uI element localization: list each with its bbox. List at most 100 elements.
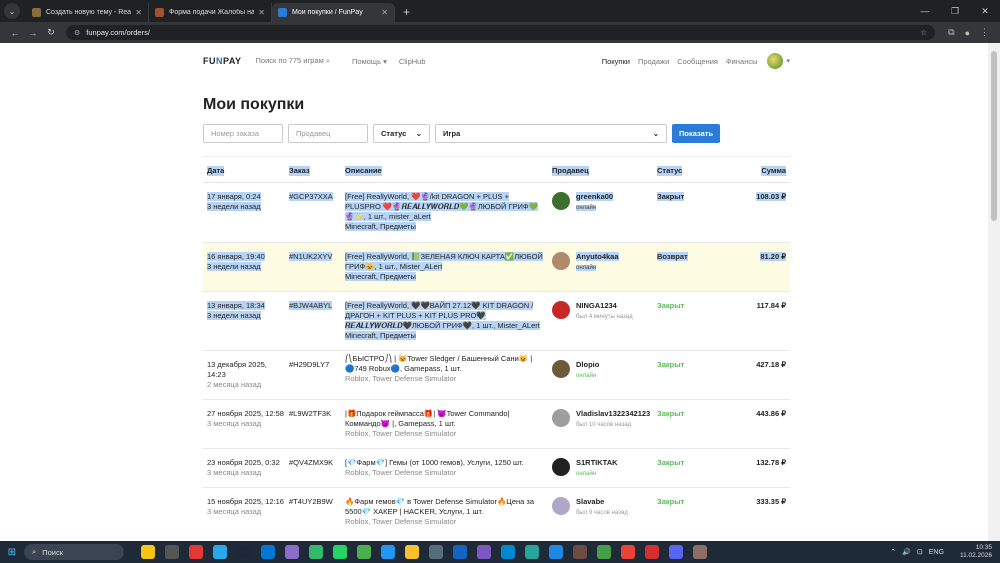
clock[interactable]: 10:35 11.02.2026 bbox=[954, 544, 992, 560]
column-sum[interactable]: Сумма bbox=[761, 166, 786, 176]
new-tab-icon[interactable]: + bbox=[403, 5, 410, 19]
column-seller[interactable]: Продавец bbox=[552, 166, 589, 176]
roblox-icon[interactable] bbox=[549, 545, 563, 559]
chrome-icon[interactable] bbox=[621, 545, 635, 559]
order-id[interactable]: #GCP37XXA bbox=[289, 192, 343, 202]
tab-search-icon[interactable]: ⌄ bbox=[4, 3, 20, 19]
close-icon[interactable]: ✕ bbox=[135, 8, 142, 17]
nav-messages[interactable]: Сообщения bbox=[677, 57, 718, 66]
telegram-icon[interactable] bbox=[213, 545, 227, 559]
nav-sales[interactable]: Продажи bbox=[638, 57, 669, 66]
order-seller[interactable]: Dlopio онлайн bbox=[552, 360, 652, 380]
app-icon[interactable] bbox=[477, 545, 491, 559]
browser-tab-3[interactable]: Мои покупки / FunPay ✕ bbox=[272, 3, 395, 22]
order-seller[interactable]: Slavabe был 9 часов назад bbox=[552, 497, 652, 517]
browser-tab-2[interactable]: Форма подачи Жалобы на Ад ✕ bbox=[149, 3, 272, 22]
help-menu[interactable]: Помощь ▾ bbox=[352, 57, 387, 66]
seller-avatar[interactable] bbox=[552, 301, 570, 319]
close-icon[interactable]: ✕ bbox=[381, 8, 388, 17]
scrollbar-thumb[interactable] bbox=[991, 51, 997, 221]
widgets-icon[interactable] bbox=[141, 545, 155, 559]
forward-icon[interactable]: → bbox=[24, 28, 42, 38]
table-row[interactable]: 23 ноября 2025, 0:32 3 месяца назад #QV4Z… bbox=[203, 449, 790, 488]
order-description[interactable]: 🔥Фарм гемов💎 в Tower Defense Simulator🔥Ц… bbox=[345, 497, 545, 527]
profile-icon[interactable]: ● bbox=[965, 28, 970, 38]
taskbar-search[interactable]: ⌕ Поиск bbox=[24, 544, 124, 560]
column-status[interactable]: Статус bbox=[657, 166, 683, 176]
order-description[interactable]: [💎Фарм💎] Гемы (от 1000 гемов), Услуги, 1… bbox=[345, 458, 545, 478]
task-view-icon[interactable] bbox=[165, 545, 179, 559]
order-id[interactable]: #N1UK2XYV bbox=[289, 252, 343, 262]
show-button[interactable]: Показать bbox=[672, 124, 721, 143]
order-seller[interactable]: NINGA1234 был 4 минуты назад bbox=[552, 301, 652, 321]
app-icon[interactable] bbox=[525, 545, 539, 559]
extensions-icon[interactable]: ⧉ bbox=[948, 27, 954, 38]
funpay-logo[interactable]: FUNPAY bbox=[203, 56, 242, 66]
minimize-icon[interactable]: — bbox=[910, 6, 940, 16]
order-id[interactable]: #L9W2TF3K bbox=[289, 409, 343, 419]
order-description[interactable]: [Free] ReallyWorld, ❤️🔮/kit DRAGON + PLU… bbox=[345, 192, 545, 232]
whatsapp-icon[interactable] bbox=[333, 545, 347, 559]
order-seller[interactable]: Vladislav1322342123 был 10 часов назад bbox=[552, 409, 652, 429]
order-seller[interactable]: greenka00 онлайн bbox=[552, 192, 652, 212]
order-id[interactable]: #QV4ZMX9K bbox=[289, 458, 343, 468]
cliphub-link[interactable]: ClipHub bbox=[399, 57, 426, 66]
order-id[interactable]: #H29D9LY7 bbox=[289, 360, 343, 370]
discord-icon[interactable] bbox=[669, 545, 683, 559]
table-row[interactable]: 16 января, 19:40 3 недели назад #N1UK2XYV… bbox=[203, 243, 790, 292]
status-select[interactable]: Статус ⌄ bbox=[373, 124, 430, 143]
site-info-icon[interactable]: ⚙ bbox=[74, 29, 80, 37]
order-id[interactable]: #BJW4ABYL bbox=[289, 301, 343, 311]
column-date[interactable]: Дата bbox=[207, 166, 225, 176]
seller-avatar[interactable] bbox=[552, 497, 570, 515]
seller-avatar[interactable] bbox=[552, 360, 570, 378]
order-seller[interactable]: S1RTIKTAK онлайн bbox=[552, 458, 652, 478]
app-icon[interactable] bbox=[597, 545, 611, 559]
maximize-icon[interactable]: ❐ bbox=[940, 6, 970, 17]
vpn-icon[interactable] bbox=[309, 545, 323, 559]
seller-avatar[interactable] bbox=[552, 458, 570, 476]
order-description[interactable]: |🎁Подарок геймпасса🎁| 👿Tower Commando|Ко… bbox=[345, 409, 545, 439]
app-icon[interactable] bbox=[645, 545, 659, 559]
windows-start-icon[interactable]: ⊞ bbox=[0, 547, 24, 558]
seller-avatar[interactable] bbox=[552, 252, 570, 270]
chevron-down-icon[interactable]: ▾ bbox=[786, 57, 790, 65]
table-row[interactable]: 13 декабря 2025, 14:23 2 месяца назад #H2… bbox=[203, 351, 790, 400]
browser-tab-1[interactable]: Создать новую тему - ReallyW ✕ bbox=[26, 3, 149, 22]
menu-icon[interactable]: ⋮ bbox=[980, 27, 989, 38]
close-icon[interactable]: ✕ bbox=[258, 8, 265, 17]
keyboard-language[interactable]: ENG bbox=[929, 549, 944, 556]
app-icon[interactable] bbox=[285, 545, 299, 559]
order-description[interactable]: [Free] ReallyWorld, 📗ЗЕЛЕНАЯ КЛЮЧ КАРТА✅… bbox=[345, 252, 545, 282]
game-search[interactable]: Поиск по 775 играм ⌕ bbox=[256, 56, 331, 66]
table-row[interactable]: 15 ноября 2025, 12:16 3 месяца назад #T4U… bbox=[203, 488, 790, 538]
order-seller[interactable]: Anyuto4kaa онлайн bbox=[552, 252, 652, 272]
nav-purchases[interactable]: Покупки bbox=[602, 57, 630, 66]
order-description[interactable]: ⎛⎝БЫСТРО⎠⎞ | 😺Tower Sledger / Башенный С… bbox=[345, 354, 545, 384]
app-icon[interactable] bbox=[693, 545, 707, 559]
volume-icon[interactable]: 🔊 bbox=[902, 548, 911, 556]
reload-icon[interactable]: ↻ bbox=[42, 27, 60, 38]
app-icon[interactable] bbox=[381, 545, 395, 559]
app-icon[interactable] bbox=[429, 545, 443, 559]
file-explorer-icon[interactable] bbox=[405, 545, 419, 559]
seller-avatar[interactable] bbox=[552, 409, 570, 427]
order-number-input[interactable]: Номер заказа bbox=[203, 124, 283, 143]
address-bar[interactable]: ⚙ funpay.com/orders/ ☆ bbox=[66, 25, 936, 40]
steam-icon[interactable] bbox=[237, 545, 251, 559]
app-icon[interactable] bbox=[357, 545, 371, 559]
order-description[interactable]: [Free] ReallyWorld, 🖤🖤ВАЙП 27.12🖤 KIT DR… bbox=[345, 301, 545, 341]
app-icon[interactable] bbox=[501, 545, 515, 559]
table-row[interactable]: 17 января, 0:24 3 недели назад #GCP37XXA … bbox=[203, 183, 790, 243]
youtube-icon[interactable] bbox=[189, 545, 203, 559]
column-description[interactable]: Описание bbox=[345, 166, 382, 176]
nav-finance[interactable]: Финансы bbox=[726, 57, 758, 66]
page-scrollbar[interactable] bbox=[988, 43, 1000, 541]
user-avatar[interactable] bbox=[767, 53, 784, 69]
seller-input[interactable]: Продавец bbox=[288, 124, 368, 143]
table-row[interactable]: 13 января, 18:34 3 недели назад #BJW4ABYL… bbox=[203, 292, 790, 351]
table-row[interactable]: 27 ноября 2025, 12:58 3 месяца назад #L9W… bbox=[203, 400, 790, 449]
network-icon[interactable]: ⊡ bbox=[917, 548, 923, 556]
minecraft-icon[interactable] bbox=[573, 545, 587, 559]
back-icon[interactable]: ← bbox=[6, 28, 24, 38]
